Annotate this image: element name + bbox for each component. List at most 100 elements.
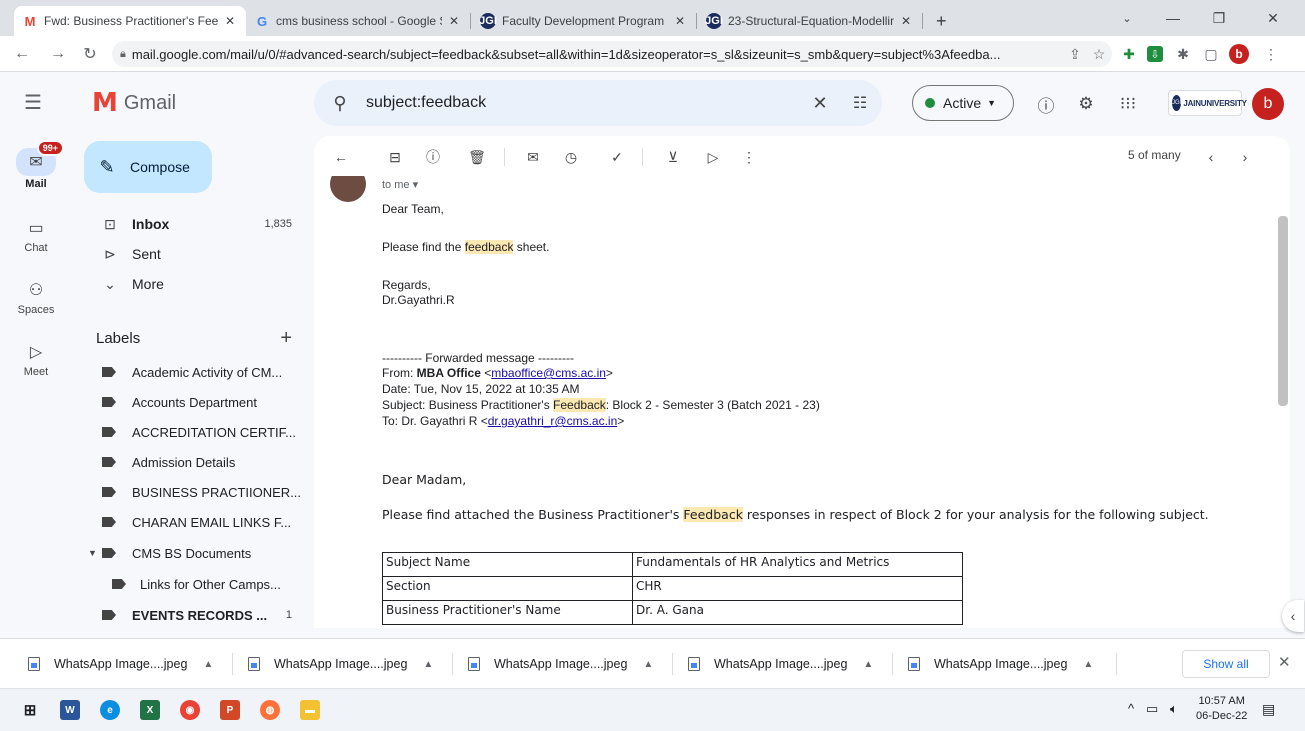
add-to-tasks-icon[interactable]: ✓ xyxy=(606,146,628,168)
label-icon[interactable]: ▷ xyxy=(702,146,724,168)
chevron-up-icon[interactable]: ▲ xyxy=(863,659,873,670)
side-panel-icon[interactable]: ▢ xyxy=(1200,42,1222,66)
file-explorer-icon[interactable]: ▬ xyxy=(300,700,320,720)
main-menu-icon[interactable]: ☰ xyxy=(24,90,42,115)
chevron-up-icon[interactable]: ▲ xyxy=(643,659,653,670)
message-scrollbar[interactable] xyxy=(1278,216,1288,406)
sidebar-label[interactable]: CHARAN EMAIL LINKS F... xyxy=(72,507,304,537)
profile-button[interactable]: b xyxy=(1228,42,1250,66)
download-item[interactable]: WhatsApp Image....jpeg ▲ xyxy=(24,648,213,680)
download-item[interactable]: WhatsApp Image....jpeg ▲ xyxy=(684,648,873,680)
network-icon[interactable]: ▭ xyxy=(1146,701,1158,717)
tab-google-search[interactable]: G cms business school - Google Se ✕ xyxy=(246,6,470,36)
tray-overflow-icon[interactable]: ^ xyxy=(1128,701,1134,716)
forward-icon[interactable]: → xyxy=(46,42,70,66)
sidebar-item-more[interactable]: ⌄ More xyxy=(72,269,304,299)
word-app-icon[interactable]: W xyxy=(60,700,80,720)
chevron-up-icon[interactable]: ▲ xyxy=(1083,659,1093,670)
excel-app-icon[interactable]: X xyxy=(140,700,160,720)
volume-icon[interactable]: 🔈︎ xyxy=(1170,701,1178,717)
reload-icon[interactable]: ↻ xyxy=(78,42,102,66)
search-icon[interactable]: ⚲ xyxy=(314,93,366,114)
move-to-icon[interactable]: ⊻ xyxy=(662,146,684,168)
browser-menu-icon[interactable]: ⋮ xyxy=(1260,42,1282,66)
close-icon[interactable]: ✕ xyxy=(898,14,914,28)
from-email-link[interactable]: mbaoffice@cms.ac.in xyxy=(491,366,606,380)
close-downloads-icon[interactable]: ✕ xyxy=(1278,653,1291,671)
windows-start-icon[interactable]: ⊞ xyxy=(20,700,40,720)
firefox-app-icon[interactable]: ◍ xyxy=(260,700,280,720)
notifications-icon[interactable]: ▤ xyxy=(1262,701,1282,719)
powerpoint-app-icon[interactable]: P xyxy=(220,700,240,720)
recipient-dropdown[interactable]: to me ▾ xyxy=(382,178,418,191)
mark-unread-icon[interactable]: ✉ xyxy=(522,146,544,168)
add-label-icon[interactable]: + xyxy=(280,327,296,350)
newer-chevron-icon[interactable]: ‹ xyxy=(1200,146,1222,168)
restore-icon[interactable]: ❐ xyxy=(1196,0,1242,36)
sidebar-label[interactable]: Accounts Department xyxy=(72,387,304,417)
back-icon[interactable]: ← xyxy=(10,42,34,66)
new-tab-button[interactable]: + xyxy=(928,6,956,36)
sidebar-label[interactable]: EVENTS RECORDS ... 1 xyxy=(72,600,304,630)
rail-item-spaces[interactable]: ⚇ Spaces xyxy=(0,278,72,316)
edge-app-icon[interactable]: e xyxy=(100,700,120,720)
back-to-list-icon[interactable]: ← xyxy=(330,146,352,168)
sidebar-label[interactable]: ACCREDITATION CERTIF... xyxy=(72,417,304,447)
tab-gmail[interactable]: M Fwd: Business Practitioner's Feed ✕ xyxy=(14,6,246,36)
chat-icon: ▭ xyxy=(28,220,44,237)
to-email-link[interactable]: dr.gayathri_r@cms.ac.in xyxy=(488,414,618,428)
search-bar[interactable]: ⚲ subject:feedback ✕ ☷ xyxy=(314,80,882,126)
search-input[interactable]: subject:feedback xyxy=(366,94,802,112)
rail-item-meet[interactable]: ▷ Meet xyxy=(0,340,72,378)
sidebar-item-sent[interactable]: ⊳ Sent xyxy=(72,239,304,269)
apps-grid-icon[interactable]: ⁝⁝⁝ xyxy=(1116,92,1140,116)
more-options-icon[interactable]: ⋮ xyxy=(738,146,760,168)
close-icon[interactable]: ✕ xyxy=(672,14,688,28)
older-chevron-icon[interactable]: › xyxy=(1234,146,1256,168)
settings-gear-icon[interactable]: ⚙ xyxy=(1074,92,1098,116)
sidebar-label[interactable]: BUSINESS PRACTIIONER... xyxy=(72,477,304,507)
sidebar-label[interactable]: Academic Activity of CM... xyxy=(72,357,304,387)
sidebar-item-inbox[interactable]: ⊡ Inbox 1,835 xyxy=(72,209,304,239)
tab-search-icon[interactable]: ⌄ xyxy=(1104,0,1150,36)
delete-icon[interactable]: 🗑︎ xyxy=(466,146,488,168)
bookmark-star-icon[interactable]: ☆ xyxy=(1088,42,1110,66)
chrome-app-icon[interactable]: ◉ xyxy=(180,700,200,720)
system-clock[interactable]: 10:57 AM 06-Dec-22 xyxy=(1196,694,1247,724)
close-icon[interactable]: ✕ xyxy=(446,14,462,28)
download-item[interactable]: WhatsApp Image....jpeg ▲ xyxy=(464,648,653,680)
sidebar-label[interactable]: ▼ CMS BS Documents xyxy=(72,538,304,568)
tab-faculty-program[interactable]: JGI Faculty Development Program ✕ xyxy=(472,6,696,36)
rail-item-mail[interactable]: ✉ 99+ Mail xyxy=(0,140,72,190)
download-item[interactable]: WhatsApp Image....jpeg ▲ xyxy=(904,648,1093,680)
sidebar-label[interactable]: Links for Other Camps... xyxy=(72,569,304,599)
extension-download-icon[interactable]: ⇩ xyxy=(1144,42,1166,66)
share-icon[interactable]: ⇪ xyxy=(1064,42,1086,66)
expand-caret-icon[interactable]: ▼ xyxy=(88,548,97,558)
compose-button[interactable]: ✎ Compose xyxy=(84,141,212,193)
account-avatar[interactable]: b xyxy=(1252,88,1284,120)
tab-sem-pdf[interactable]: JGI 23-Structural-Equation-Modelling ✕ xyxy=(698,6,922,36)
snooze-clock-icon[interactable]: ◷ xyxy=(560,146,582,168)
archive-icon[interactable]: ⊟ xyxy=(384,146,406,168)
sender-avatar[interactable] xyxy=(330,176,366,202)
extension-plus-icon[interactable]: ✚ xyxy=(1118,42,1140,66)
chevron-up-icon[interactable]: ▲ xyxy=(423,659,433,670)
help-icon[interactable]: ⓘ xyxy=(1034,92,1058,116)
close-icon[interactable]: ✕ xyxy=(222,14,238,28)
url-field[interactable]: 🔒︎ mail.google.com/mail/u/0/#advanced-se… xyxy=(112,41,1112,67)
search-options-icon[interactable]: ☷ xyxy=(838,93,882,113)
organization-logo[interactable]: JGI JAINUNIVERSITY xyxy=(1168,90,1247,116)
sidebar-label[interactable]: Admission Details xyxy=(72,447,304,477)
window-close-icon[interactable]: ✕ xyxy=(1250,0,1296,36)
clear-search-icon[interactable]: ✕ xyxy=(802,93,838,114)
show-all-downloads-button[interactable]: Show all xyxy=(1182,650,1270,678)
download-item[interactable]: WhatsApp Image....jpeg ▲ xyxy=(244,648,433,680)
chevron-up-icon[interactable]: ▲ xyxy=(203,659,213,670)
gmail-logo[interactable]: M Gmail xyxy=(92,88,176,118)
status-dropdown[interactable]: Active ▼ xyxy=(912,85,1014,121)
rail-item-chat[interactable]: ▭ Chat xyxy=(0,216,72,254)
extensions-puzzle-icon[interactable]: ✱ xyxy=(1172,42,1194,66)
report-spam-icon[interactable]: ⓘ xyxy=(422,146,444,168)
minimize-icon[interactable]: — xyxy=(1150,0,1196,36)
